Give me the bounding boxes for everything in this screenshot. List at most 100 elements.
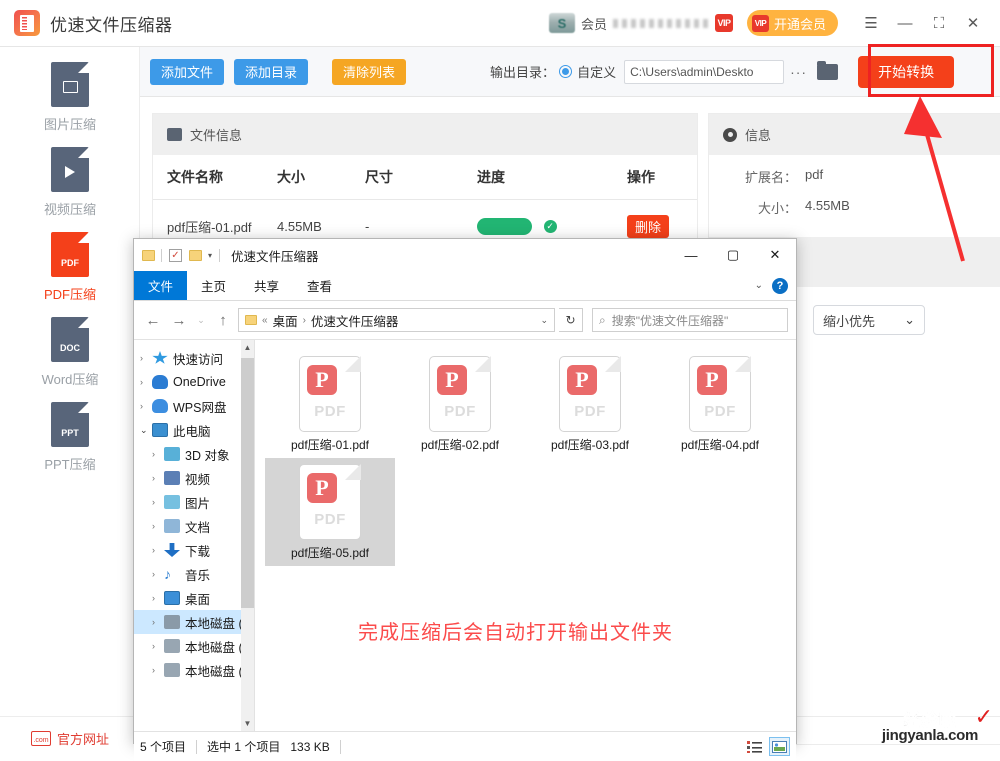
folder-icon[interactable]: [817, 60, 839, 80]
tree-item-quick-access[interactable]: › 快速访问: [134, 346, 254, 370]
chevron-down-icon[interactable]: ⌄: [540, 315, 548, 326]
tree-item-desktop[interactable]: › 桌面: [134, 586, 254, 610]
list-item[interactable]: P PDF pdf压缩-04.pdf: [655, 350, 785, 458]
check-circle-icon: ✓: [543, 219, 557, 233]
info-key: 大小：: [757, 201, 797, 216]
tree-item-music[interactable]: › ♪ 音乐: [134, 562, 254, 586]
music-icon: ♪: [164, 566, 171, 582]
sidebar-item-pdf-compress[interactable]: PDF PDF压缩: [0, 225, 140, 310]
back-icon[interactable]: ←: [142, 309, 164, 331]
folder-icon[interactable]: [142, 249, 155, 261]
expander-icon[interactable]: ›: [140, 377, 152, 387]
app-titlebar: 优速文件压缩器 S 会员 VIP VIP 开通会员 ☰ — ⛶ ✕: [0, 0, 1000, 47]
sidebar-item-label: 图片压缩: [43, 117, 96, 132]
explorer-close-icon[interactable]: ✕: [754, 239, 796, 271]
explorer-maximize-icon[interactable]: ▢: [712, 239, 754, 271]
tree-item-wps-cloud[interactable]: › WPS网盘: [134, 394, 254, 418]
folder-icon[interactable]: [189, 249, 202, 261]
list-item[interactable]: P PDF pdf压缩-02.pdf: [395, 350, 525, 458]
sidebar-item-video-compress[interactable]: 视频压缩: [0, 140, 140, 225]
file-panel-title: 文件信息: [190, 128, 243, 143]
expander-icon[interactable]: ›: [152, 497, 164, 507]
expander-icon[interactable]: ›: [152, 617, 164, 627]
table-header: 文件名称 大小 尺寸 进度 操作: [153, 155, 697, 200]
expander-icon[interactable]: ›: [152, 521, 164, 531]
add-file-button[interactable]: 添加文件: [150, 58, 225, 85]
breadcrumb-item-desktop[interactable]: 桌面: [273, 311, 298, 330]
caret-down-icon[interactable]: ▾: [208, 251, 212, 260]
scroll-down-icon[interactable]: ▼: [241, 716, 254, 731]
tree-item-videos[interactable]: › 视频: [134, 466, 254, 490]
sidebar-item-word-compress[interactable]: DOC Word压缩: [0, 310, 140, 395]
details-view-icon[interactable]: [744, 737, 765, 756]
tab-file[interactable]: 文件: [134, 271, 188, 300]
file-explorer-window[interactable]: ✓ ▾ 优速文件压缩器 — ▢ ✕ 文件 主页 共享 查看 ⌄ ? ← → ⌄ …: [133, 238, 797, 761]
tree-item-this-pc[interactable]: ⌄ 此电脑: [134, 418, 254, 442]
tab-share[interactable]: 共享: [240, 271, 293, 300]
explorer-window-controls: — ▢ ✕: [670, 239, 796, 271]
sidebar-item-ppt-compress[interactable]: PPT PPT压缩: [0, 395, 140, 480]
tree-item-local-disk-e[interactable]: › 本地磁盘 (E: [134, 658, 254, 682]
close-icon[interactable]: ✕: [956, 0, 990, 47]
explorer-title: 优速文件压缩器: [231, 249, 319, 264]
output-path-input[interactable]: C:\Users\admin\Deskto: [624, 59, 785, 84]
tab-home[interactable]: 主页: [187, 271, 240, 300]
list-item[interactable]: P PDF pdf压缩-01.pdf: [265, 350, 395, 458]
expander-icon[interactable]: ›: [140, 401, 152, 411]
expander-icon[interactable]: ›: [152, 569, 164, 579]
expander-icon[interactable]: ›: [152, 473, 164, 483]
tree-item-downloads[interactable]: › 下载: [134, 538, 254, 562]
tab-view[interactable]: 查看: [293, 271, 346, 300]
tree-item-documents[interactable]: › 文档: [134, 514, 254, 538]
clear-list-button[interactable]: 清除列表: [332, 58, 407, 85]
expander-icon[interactable]: ›: [152, 641, 164, 651]
delete-button[interactable]: 删除: [627, 214, 670, 238]
custom-path-radio[interactable]: [559, 65, 573, 78]
help-icon[interactable]: ?: [772, 277, 788, 294]
tree-item-pictures[interactable]: › 图片: [134, 490, 254, 514]
sidebar-item-image-compress[interactable]: 图片压缩: [0, 55, 140, 140]
minimize-icon[interactable]: —: [888, 0, 922, 47]
checkbox-icon[interactable]: ✓: [169, 248, 182, 262]
ribbon-collapse-icon[interactable]: ⌄: [755, 280, 763, 291]
breadcrumb-item-current[interactable]: 优速文件压缩器: [311, 311, 399, 330]
breadcrumb[interactable]: « 桌面 › 优速文件压缩器 ⌄: [238, 308, 555, 332]
tree-scrollbar[interactable]: ▲ ▼: [241, 340, 254, 731]
large-icons-view-icon[interactable]: [769, 737, 790, 756]
tree-item-local-disk-c[interactable]: › 本地磁盘 (C: [134, 610, 254, 634]
recent-locations-icon[interactable]: ⌄: [194, 309, 208, 331]
list-item[interactable]: P PDF pdf压缩-05.pdf: [265, 458, 395, 566]
expander-icon[interactable]: ›: [140, 353, 152, 363]
refresh-icon[interactable]: ↻: [559, 308, 583, 332]
list-item[interactable]: P PDF pdf压缩-03.pdf: [525, 350, 655, 458]
compress-mode-select[interactable]: 缩小优先 ⌄: [813, 305, 925, 335]
drive-icon: [164, 639, 180, 653]
drive-icon: [164, 663, 180, 677]
expander-icon[interactable]: ›: [152, 593, 164, 603]
tree-item-local-disk-d[interactable]: › 本地磁盘 (D: [134, 634, 254, 658]
explorer-address-bar: ← → ⌄ ↑ « 桌面 › 优速文件压缩器 ⌄ ↻ ⌕ 搜索"优速文件压缩器": [134, 301, 796, 339]
info-value: 4.55MB: [805, 198, 850, 213]
open-vip-button[interactable]: VIP 开通会员: [746, 10, 838, 36]
expander-icon[interactable]: ›: [152, 665, 164, 675]
column-header-name: 文件名称: [167, 169, 223, 185]
maximize-icon[interactable]: ⛶: [922, 0, 956, 47]
expander-icon[interactable]: ⌄: [140, 425, 152, 436]
menu-icon[interactable]: ☰: [854, 0, 888, 47]
start-convert-button[interactable]: 开始转换: [858, 55, 955, 88]
explorer-minimize-icon[interactable]: —: [670, 239, 712, 271]
official-site-link[interactable]: .com 官方网址: [0, 716, 140, 760]
sidebar-item-label: Word压缩: [41, 372, 99, 387]
more-options-icon[interactable]: ···: [790, 64, 807, 80]
expander-icon[interactable]: ›: [152, 449, 164, 459]
scroll-up-icon[interactable]: ▲: [241, 340, 254, 355]
scrollbar-thumb[interactable]: [241, 358, 254, 608]
expander-icon[interactable]: ›: [152, 545, 164, 555]
row-progress: ✓: [477, 217, 627, 235]
up-icon[interactable]: ↑: [212, 309, 234, 331]
tree-item-onedrive[interactable]: › OneDrive: [134, 370, 254, 394]
add-folder-button[interactable]: 添加目录: [234, 58, 309, 85]
search-input[interactable]: ⌕ 搜索"优速文件压缩器": [592, 308, 788, 332]
forward-icon[interactable]: →: [168, 309, 190, 331]
tree-item-3d-objects[interactable]: › 3D 对象: [134, 442, 254, 466]
